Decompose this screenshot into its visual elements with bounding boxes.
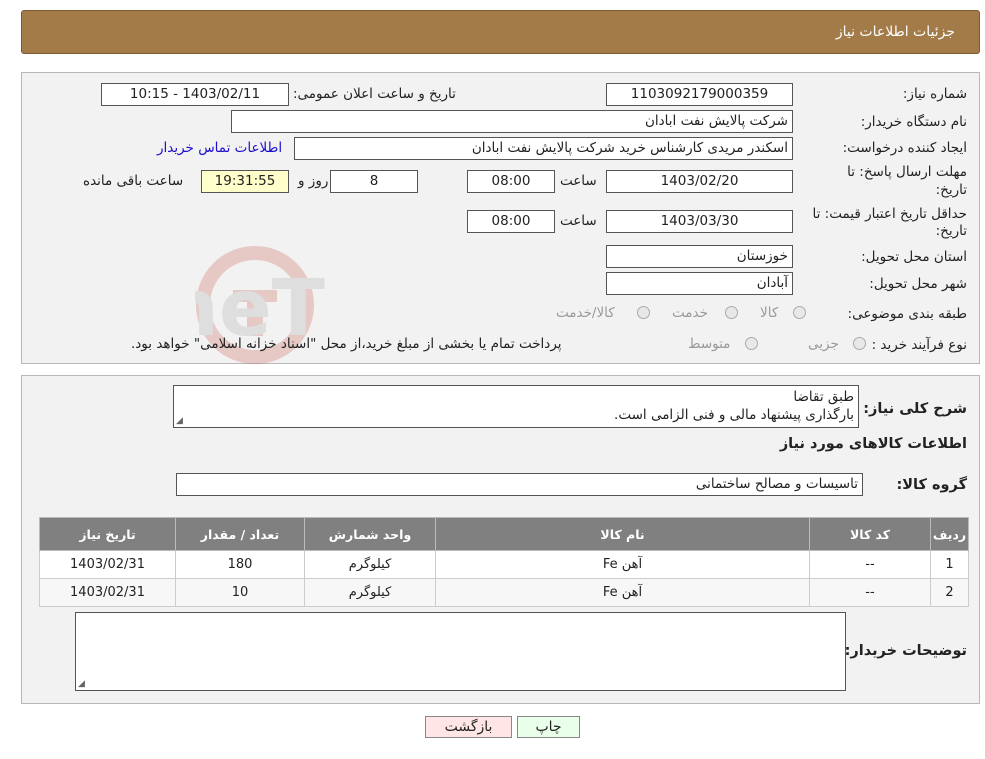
reply-deadline-label-2: تاریخ: [935,182,967,198]
table-row: 2 -- آهن Fe کیلوگرم 10 1403/02/31 [39,578,969,607]
buyer-notes-textarea[interactable]: ◢ [75,612,846,691]
description-label: شرح کلی نیاز: [863,401,967,417]
remaining-time-field: 19:31:55 [201,170,289,193]
province-field: خوزستان [606,245,793,268]
category-label: طبقه بندی موضوعی: [847,306,967,322]
goods-table: ردیف کد کالا نام کالا واحد شمارش تعداد /… [39,517,969,607]
day-and-label: روز و [298,173,329,189]
cell-unit: کیلوگرم [304,550,436,579]
process-medium-label: متوسط [688,336,731,352]
reply-date-field: 1403/02/20 [606,170,793,193]
cell-quantity: 180 [175,550,305,579]
resize-grip-icon[interactable]: ◢ [176,416,183,426]
cell-goods-name: آهن Fe [435,550,810,579]
buyer-org-label: نام دستگاه خریدار: [860,114,967,130]
col-quantity: تعداد / مقدار [175,517,305,551]
description-line-2: بارگذاری پیشنهاد مالی و فنی الزامی است. [614,407,854,423]
process-radio-minor[interactable] [853,337,866,350]
category-goods-label: کالا [760,305,779,321]
creator-field: اسکندر مریدی کارشناس خرید شرکت پالایش نف… [294,137,793,160]
cell-unit: کیلوگرم [304,578,436,607]
goods-group-label: گروه کالا: [896,477,967,493]
category-both-label: کالا/خدمت [556,305,615,321]
reply-time-field: 08:00 [467,170,555,193]
cell-goods-name: آهن Fe [435,578,810,607]
col-row-number: ردیف [930,517,969,551]
table-row: 1 -- آهن Fe کیلوگرم 180 1403/02/31 [39,550,969,579]
col-goods-name: نام کالا [435,517,810,551]
category-radio-both[interactable] [637,306,650,319]
creator-label: ایجاد کننده درخواست: [842,140,967,156]
city-label: شهر محل تحویل: [869,276,967,292]
table-header-row: ردیف کد کالا نام کالا واحد شمارش تعداد /… [39,517,969,551]
process-label: نوع فرآیند خرید : [871,337,967,353]
price-validity-label-2: تاریخ: [935,223,967,239]
announce-datetime-label: تاریخ و ساعت اعلان عمومی: [293,86,456,102]
buyer-contact-link[interactable]: اطلاعات تماس خریدار [157,140,282,156]
cell-goods-code: -- [809,578,931,607]
back-button[interactable]: بازگشت [425,716,512,738]
cell-goods-code: -- [809,550,931,579]
city-field: آبادان [606,272,793,295]
category-service-label: خدمت [672,305,708,321]
validity-hour-label: ساعت [560,213,597,229]
goods-group-field: تاسیسات و مصالح ساختمانی [176,473,863,496]
cell-quantity: 10 [175,578,305,607]
cell-row-number: 2 [930,578,969,607]
goods-info-title: اطلاعات کالاهای مورد نیاز [779,436,967,452]
page-header: جزئیات اطلاعات نیاز [21,10,980,54]
buyer-notes-label: توضیحات خریدار: [844,643,967,659]
print-button[interactable]: چاپ [517,716,580,738]
description-line-1: طبق تقاضا [793,389,854,405]
days-field: 8 [330,170,418,193]
category-radio-goods[interactable] [793,306,806,319]
cell-need-date: 1403/02/31 [39,578,176,607]
validity-date-field: 1403/03/30 [606,210,793,233]
need-number-field: 1103092179000359 [606,83,793,106]
category-radio-service[interactable] [725,306,738,319]
col-unit: واحد شمارش [304,517,436,551]
description-textarea[interactable]: طبق تقاضا بارگذاری پیشنهاد مالی و فنی ال… [173,385,859,428]
page-title: جزئیات اطلاعات نیاز [835,24,955,40]
process-note: پرداخت تمام یا بخشی از مبلغ خرید،از محل … [131,336,562,352]
buyer-org-field: شرکت پالایش نفت ابادان [231,110,793,133]
process-radio-medium[interactable] [745,337,758,350]
announce-datetime-field: 1403/02/11 - 10:15 [101,83,289,106]
price-validity-label: حداقل تاریخ اعتبار قیمت: تا [812,206,967,222]
process-minor-label: جزیی [808,336,839,352]
reply-hour-label: ساعت [560,173,597,189]
cell-need-date: 1403/02/31 [39,550,176,579]
col-need-date: تاریخ نیاز [39,517,176,551]
province-label: استان محل تحویل: [861,249,967,265]
remaining-label: ساعت باقی مانده [83,173,184,189]
resize-grip-icon[interactable]: ◢ [78,679,85,689]
cell-row-number: 1 [930,550,969,579]
validity-time-field: 08:00 [467,210,555,233]
col-goods-code: کد کالا [809,517,931,551]
reply-deadline-label: مهلت ارسال پاسخ: تا [847,164,967,180]
need-number-label: شماره نیاز: [902,86,967,102]
